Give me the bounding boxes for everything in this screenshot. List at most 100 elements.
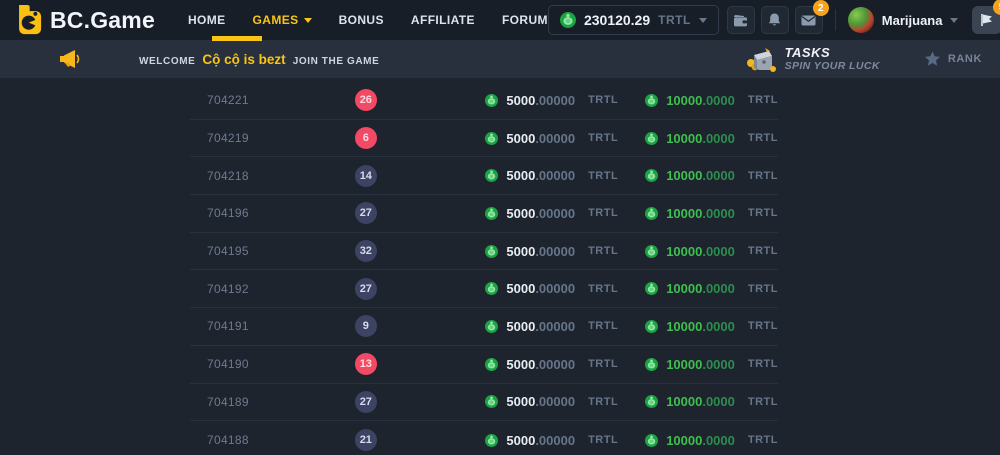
result-badge: 27 [355,278,377,300]
chevron-down-icon [304,18,312,23]
payout-amount: 10000.0000 TRTL [645,433,778,448]
balance-selector[interactable]: 230120.29 TRTL [548,5,719,35]
result-badge: 14 [355,165,377,187]
payout-amount: 10000.0000 TRTL [645,394,778,409]
table-row[interactable]: 704218 14 5000.00000 TRTL [190,157,778,195]
bet-amount: 5000.00000 TRTL [485,168,618,183]
bet-amount-int: 5000 [506,281,535,296]
bell-icon [768,13,781,27]
payout-amount-int: 10000 [666,433,702,448]
result-badge: 32 [355,240,377,262]
table-row[interactable]: 704188 21 5000.00000 TRTL [190,421,778,455]
payout-amount: 10000.0000 TRTL [645,206,778,221]
payout-amount-int: 10000 [666,93,702,108]
bet-amount-int: 5000 [506,244,535,259]
tasks-link[interactable]: TASKS SPIN YOUR LUCK [745,45,880,73]
nav-item-home[interactable]: HOME [188,13,226,27]
nav-item-bonus[interactable]: BONUS [339,13,384,27]
table-row[interactable]: 704191 9 5000.00000 TRTL [190,308,778,346]
rank-link[interactable]: RANK [924,51,982,67]
bet-amount: 5000.00000 TRTL [485,319,618,334]
bet-currency: TRTL [588,94,618,106]
payout-amount-frac: .0000 [702,168,735,183]
result-badge: 27 [355,202,377,224]
bet-currency: TRTL [588,132,618,144]
trtl-coin-icon [485,434,498,447]
payout-amount-frac: .0000 [702,357,735,372]
trtl-coin-icon [645,169,658,182]
trtl-coin-icon [485,207,498,220]
mail-count-badge: 2 [813,0,829,16]
bet-id: 704196 [190,206,334,220]
result-badge: 27 [355,391,377,413]
table-row[interactable]: 704189 27 5000.00000 TRTL [190,384,778,422]
result-badge: 13 [355,353,377,375]
bet-id: 704195 [190,244,334,258]
main-menu: HOME GAMES BONUS AFFILIATE FORUM [188,13,548,27]
trtl-coin-icon [645,358,658,371]
navbar-right: 230120.29 TRTL [548,5,1000,35]
bet-currency: TRTL [588,283,618,295]
bet-amount-frac: .00000 [535,131,575,146]
bet-currency: TRTL [588,358,618,370]
payout-amount-frac: .0000 [702,281,735,296]
nav-item-affiliate[interactable]: AFFILIATE [411,13,475,27]
megaphone-icon [58,49,83,69]
trtl-coin-icon [645,245,658,258]
payout-amount-int: 10000 [666,168,702,183]
chat-count-badge: 5 [993,0,1000,15]
payout-amount-int: 10000 [666,281,702,296]
trtl-coin-icon [645,282,658,295]
result-badge: 21 [355,429,377,451]
table-row[interactable]: 704190 13 5000.00000 TRTL [190,346,778,384]
chat-button[interactable]: 5 [972,6,1000,34]
trtl-coin-icon [485,282,498,295]
payout-amount-frac: .0000 [702,319,735,334]
trtl-coin-icon [645,434,658,447]
page: BC.Game HOME GAMES BONUS AFFILIATE FORUM [0,0,1000,455]
chat-flag-icon [980,13,994,27]
bet-amount-int: 5000 [506,206,535,221]
notifications-button[interactable] [761,6,789,34]
table-row[interactable]: 704219 6 5000.00000 TRTL [190,120,778,158]
bet-currency: TRTL [588,207,618,219]
payout-currency: TRTL [748,94,778,106]
bet-currency: TRTL [588,320,618,332]
nav-item-games[interactable]: GAMES [253,13,312,27]
user-menu[interactable]: Marijuana [848,7,959,33]
bet-amount: 5000.00000 TRTL [485,357,618,372]
bet-currency: TRTL [588,434,618,446]
wallet-button[interactable] [727,6,755,34]
trtl-coin-icon [560,12,576,28]
wallet-icon [733,14,748,27]
result-badge: 9 [355,315,377,337]
bet-currency: TRTL [588,170,618,182]
bet-amount: 5000.00000 TRTL [485,93,618,108]
tasks-chest-icon [745,45,777,73]
bet-amount: 5000.00000 TRTL [485,206,618,221]
main-content: 704221 26 5000.00000 TRTL [0,78,1000,455]
trtl-coin-icon [485,358,498,371]
result-badge: 26 [355,89,377,111]
table-row[interactable]: 704192 27 5000.00000 TRTL [190,270,778,308]
payout-amount-int: 10000 [666,319,702,334]
trtl-coin-icon [485,320,498,333]
mail-button[interactable]: 2 [795,6,823,34]
payout-currency: TRTL [748,396,778,408]
payout-amount-int: 10000 [666,394,702,409]
payout-currency: TRTL [748,320,778,332]
payout-currency: TRTL [748,434,778,446]
brand-home-link[interactable]: BC.Game [12,4,155,36]
nav-item-forum[interactable]: FORUM [502,13,548,27]
table-row[interactable]: 704196 27 5000.00000 TRTL [190,195,778,233]
bet-id: 704219 [190,131,334,145]
bet-id: 704221 [190,93,334,107]
table-row[interactable]: 704195 32 5000.00000 TRTL [190,233,778,271]
table-row[interactable]: 704221 26 5000.00000 TRTL [190,82,778,120]
tasks-texts: TASKS SPIN YOUR LUCK [785,46,880,73]
payout-amount-frac: .0000 [702,93,735,108]
trtl-coin-icon [485,169,498,182]
bet-amount-int: 5000 [506,433,535,448]
trtl-coin-icon [645,132,658,145]
trtl-coin-icon [645,207,658,220]
